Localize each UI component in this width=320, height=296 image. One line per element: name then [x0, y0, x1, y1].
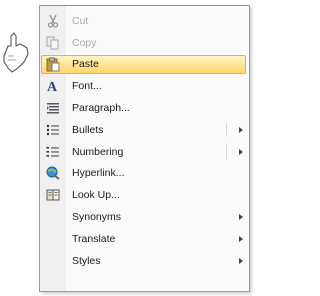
scissors-icon [40, 10, 66, 31]
submenu-arrow-icon [239, 214, 243, 221]
menu-item-hyperlink[interactable]: Hyperlink... [40, 163, 249, 185]
menu-item-styles[interactable]: Styles [40, 250, 249, 272]
menu-item-translate[interactable]: Translate [40, 228, 249, 250]
submenu-arrow-icon [239, 126, 243, 133]
menu-item-numbering[interactable]: Numbering [40, 141, 249, 163]
menu-item-label: Numbering [72, 145, 124, 158]
menu-item-font[interactable]: A Font... [40, 75, 249, 97]
submenu-arrow-icon [239, 148, 243, 155]
submenu-arrow-icon [239, 257, 243, 264]
menu-item-bullets[interactable]: Bullets [40, 119, 249, 141]
context-menu: Cut Copy Paste A Font... Paragraph... Bu… [39, 5, 250, 292]
menu-item-cut[interactable]: Cut [40, 10, 249, 32]
menu-item-paragraph[interactable]: Paragraph... [40, 97, 249, 119]
svg-text:A: A [47, 80, 58, 93]
menu-item-label: Font... [72, 80, 102, 93]
menu-item-label: Bullets [72, 123, 104, 136]
bullets-icon [40, 119, 66, 140]
menu-item-label: Styles [72, 254, 101, 267]
numbering-icon [40, 141, 66, 162]
submenu-arrow-icon [239, 235, 243, 242]
menu-item-paste[interactable]: Paste [40, 54, 249, 76]
lookup-icon [40, 185, 66, 206]
menu-item-label: Cut [72, 14, 89, 27]
menu-item-label: Hyperlink... [72, 167, 125, 180]
menu-item-synonyms[interactable]: Synonyms [40, 206, 249, 228]
mouse-pointer-icon [3, 32, 29, 73]
copy-icon [40, 32, 66, 53]
menu-item-label: Synonyms [72, 211, 122, 224]
font-icon: A [40, 76, 66, 97]
menu-item-label: Paragraph... [72, 102, 130, 115]
menu-item-label: Translate [72, 232, 116, 245]
menu-item-copy[interactable]: Copy [40, 32, 249, 54]
menu-item-label: Paste [72, 58, 99, 71]
menu-item-label: Look Up... [72, 189, 120, 202]
paragraph-icon [40, 98, 66, 119]
menu-item-look-up[interactable]: Look Up... [40, 184, 249, 206]
menu-item-label: Copy [72, 36, 97, 49]
hyperlink-icon [40, 163, 66, 184]
paste-icon [40, 54, 66, 75]
